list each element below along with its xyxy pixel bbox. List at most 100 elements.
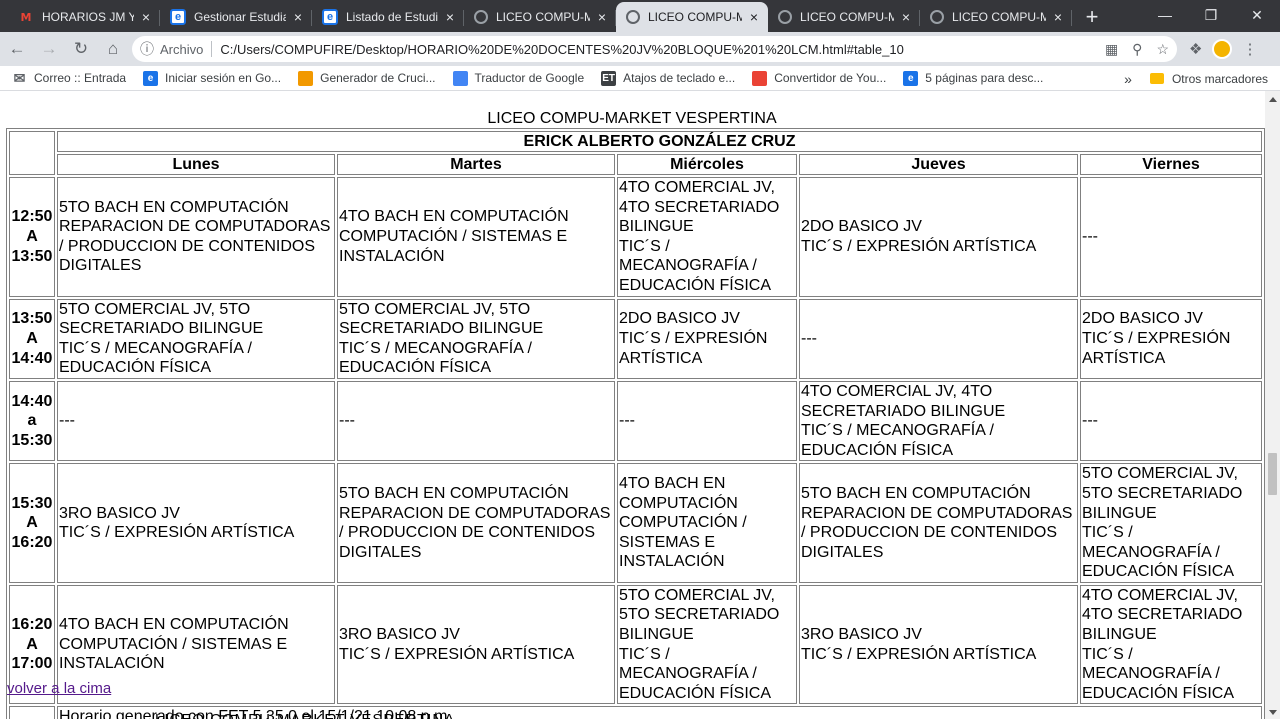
schedule-row: 14:40 a 15:30 --- --- --- 4TO COMERCIAL JV, 4T…: [9, 380, 1263, 462]
bookmark-5[interactable]: Convertidor de You...: [752, 70, 887, 86]
schedule-row: 15:30 A 16:20 3RO BASICO JV TIC´S / EXPRESIÓ…: [9, 463, 1263, 583]
bookmark-label: Generador de Cruci...: [320, 71, 436, 85]
forward-arrow-icon[interactable]: →: [34, 34, 64, 64]
cell-subjects: COMPUTACIÓN / SISTEMAS E INSTALACIÓN: [339, 227, 568, 265]
tab-3[interactable]: LICEO COMPU-MA… ×: [464, 2, 616, 32]
cell-group: ---: [619, 412, 635, 430]
cell-group: 3RO BASICO JV: [801, 626, 922, 644]
days-header-row: Lunes Martes Miércoles Jueves Viernes: [9, 154, 1263, 175]
schedule-cell: 3RO BASICO JV TIC´S / EXPRESIÓN ARTÍSTICA: [57, 463, 335, 583]
bookmark-3[interactable]: Traductor de Google: [452, 70, 584, 86]
e-icon: e: [903, 70, 919, 86]
time-slot-line: A: [26, 514, 38, 532]
tab-1[interactable]: e Gestionar Estudian… ×: [160, 2, 312, 32]
schedule-cell: 4TO COMERCIAL JV, 4TO SECRETARIADO BILIN…: [1080, 584, 1263, 705]
address-url[interactable]: C:/Users/COMPUFIRE/Desktop/HORARIO%20DE%…: [220, 42, 1105, 57]
vertical-scrollbar[interactable]: [1265, 91, 1280, 719]
back-to-top-link[interactable]: volver a la cima: [7, 680, 111, 697]
tab-title: LICEO COMPU-MA…: [952, 10, 1046, 24]
bookmark-6[interactable]: e 5 páginas para desc...: [903, 70, 1043, 86]
time-slot-line: A: [26, 329, 38, 347]
minimize-icon[interactable]: —: [1142, 0, 1188, 30]
tab-0[interactable]: M HORARIOS JM Y J… ×: [8, 2, 160, 32]
menu-icon[interactable]: ⋮: [1242, 40, 1257, 58]
bookmark-2[interactable]: Generador de Cruci...: [298, 70, 436, 86]
cell-subjects: TIC´S / MECANOGRAFÍA / EDUCACIÓN FÍSICA: [619, 237, 772, 294]
translate-icon: [452, 70, 468, 86]
schedule-cell: 3RO BASICO JV TIC´S / EXPRESIÓN ARTÍSTICA: [337, 584, 615, 705]
close-icon[interactable]: ×: [594, 9, 610, 25]
schedule-cell: ---: [1080, 177, 1263, 297]
schedule-cell: 5TO COMERCIAL JV, 5TO SECRETARIADO BILIN…: [1080, 463, 1263, 583]
bookmark-0[interactable]: ✉ Correo :: Entrada: [12, 70, 126, 86]
new-tab-button[interactable]: +: [1076, 2, 1108, 32]
time-slot-cell: 12:50 A 13:50: [9, 177, 55, 297]
maximize-icon[interactable]: ❐: [1188, 0, 1234, 30]
footer-empty-cell: [9, 706, 55, 719]
time-slot-line: 14:40: [11, 392, 53, 410]
reload-icon[interactable]: ↻: [66, 34, 96, 64]
bookmarks-overflow-button[interactable]: »: [1124, 71, 1132, 87]
close-icon[interactable]: ×: [898, 9, 914, 25]
cell-subjects: TIC´S / MECANOGRAFÍA / EDUCACIÓN FÍSICA: [801, 422, 994, 459]
schedule-cell: 4TO BACH EN COMPUTACIÓN COMPUTACIÓN / SIS…: [337, 177, 615, 297]
time-slot-line: a: [27, 412, 37, 430]
cell-subjects: TIC´S / EXPRESIÓN ARTÍSTICA: [59, 524, 295, 542]
cell-group: ---: [59, 412, 75, 430]
other-bookmarks[interactable]: Otros marcadores: [1172, 72, 1268, 86]
back-arrow-icon[interactable]: ←: [2, 34, 32, 64]
tab-6[interactable]: LICEO COMPU-MA… ×: [920, 2, 1072, 32]
tab-2[interactable]: e Listado de Estudia… ×: [312, 2, 464, 32]
time-slot-line: 12:50: [11, 208, 53, 226]
schedule-cell: ---: [337, 380, 615, 462]
bookmark-1[interactable]: e Iniciar sesión en Go...: [143, 70, 282, 86]
cell-group: 5TO BACH EN COMPUTACIÓN: [801, 484, 1031, 502]
cell-subjects: COMPUTACIÓN / SISTEMAS E INSTALACIÓN: [619, 514, 747, 571]
tab-4[interactable]: LICEO COMPU-MA… ×: [616, 2, 768, 32]
bookmark-star-icon[interactable]: ☆: [1156, 41, 1169, 58]
extensions-icon[interactable]: ❖: [1189, 40, 1202, 58]
time-slot-line: 14:40: [11, 349, 53, 367]
zoom-icon[interactable]: ⚲: [1132, 41, 1142, 58]
scroll-up-icon[interactable]: [1269, 97, 1277, 102]
close-icon[interactable]: ×: [138, 9, 154, 25]
scroll-down-icon[interactable]: [1269, 710, 1277, 715]
close-icon[interactable]: ×: [746, 9, 762, 25]
scrollbar-thumb[interactable]: [1268, 453, 1277, 495]
schedule-row: 13:50 A 14:40 5TO COMERCIAL JV, 5TO SECRETA…: [9, 298, 1263, 379]
cell-group: ---: [801, 329, 817, 347]
bookmark-4[interactable]: ET Atajos de teclado e...: [601, 70, 735, 86]
gmail-icon: M: [20, 10, 32, 24]
translate-icon[interactable]: ▦: [1105, 41, 1118, 58]
schedule-cell: 4TO COMERCIAL JV, 4TO SECRETARIADO BILIN…: [617, 177, 797, 297]
schedule-cell: 3RO BASICO JV TIC´S / EXPRESIÓN ARTÍSTICA: [799, 584, 1078, 705]
close-window-icon[interactable]: ✕: [1234, 0, 1280, 30]
tab-5[interactable]: LICEO COMPU-MA… ×: [768, 2, 920, 32]
schedule-cell: 5TO BACH EN COMPUTACIÓN REPARACION DE COM…: [799, 463, 1078, 583]
globe-icon: [626, 10, 640, 24]
address-bar[interactable]: ⓘ Archivo C:/Users/COMPUFIRE/Desktop/HOR…: [132, 36, 1177, 62]
cell-group: 4TO BACH EN COMPUTACIÓN: [59, 616, 289, 634]
time-slot-cell: 15:30 A 16:20: [9, 463, 55, 583]
cell-group: 5TO COMERCIAL JV, 5TO SECRETARIADO BILIN…: [59, 300, 264, 338]
day-header-1: Martes: [337, 154, 615, 175]
tab-strip: MHORARIOS JM Y J…×eGestionar Estudian…×e…: [0, 0, 1280, 32]
bookmark-label: Iniciar sesión en Go...: [165, 71, 282, 85]
schedule-body: 12:50 A 13:50 5TO BACH EN COMPUTACIÓN REPARA…: [9, 177, 1263, 705]
tab-title: Listado de Estudia…: [346, 10, 438, 24]
close-icon[interactable]: ×: [1050, 9, 1066, 25]
time-slot-line: 13:50: [11, 310, 53, 328]
bookmark-label: Convertidor de You...: [774, 71, 887, 85]
tab-title: LICEO COMPU-MA…: [496, 10, 590, 24]
home-icon[interactable]: ⌂: [98, 34, 128, 64]
cell-group: ---: [1082, 227, 1098, 245]
cell-group: 3RO BASICO JV: [59, 504, 180, 522]
cell-group: 5TO COMERCIAL JV, 5TO SECRETARIADO BILIN…: [1082, 465, 1243, 522]
info-icon[interactable]: ⓘ: [140, 39, 154, 59]
schedule-cell: 5TO COMERCIAL JV, 5TO SECRETARIADO BILIN…: [57, 298, 335, 379]
schedule-cell: ---: [799, 298, 1078, 379]
day-header-0: Lunes: [57, 154, 335, 175]
profile-avatar[interactable]: [1212, 39, 1233, 59]
close-icon[interactable]: ×: [290, 9, 306, 25]
close-icon[interactable]: ×: [442, 9, 458, 25]
